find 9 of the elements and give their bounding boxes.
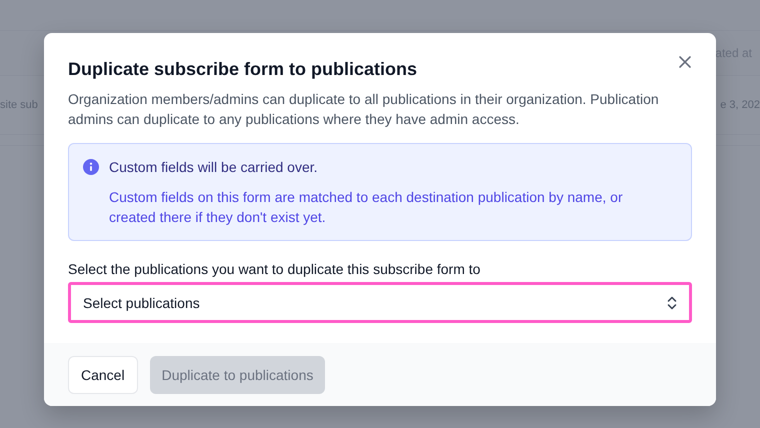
dialog-title: Duplicate subscribe form to publications: [68, 58, 418, 81]
dialog-description: Organization members/admins can duplicate to all publications in their organization. Publication admins can duplicate to any publications where they have admin access.: [68, 90, 660, 129]
publications-select[interactable]: Select publications: [68, 282, 692, 323]
notice-title: Custom fields will be carried over.: [109, 158, 319, 177]
cancel-button[interactable]: Cancel: [68, 356, 138, 394]
notice-text: Custom fields on this form are matched to each destination publication by name, or created there if they don't exist yet.: [109, 188, 624, 227]
info-icon: [83, 159, 99, 175]
chevron-up-down-icon: [667, 296, 677, 310]
select-label: Select the publications you want to duplicate this subscribe form to: [68, 260, 482, 279]
